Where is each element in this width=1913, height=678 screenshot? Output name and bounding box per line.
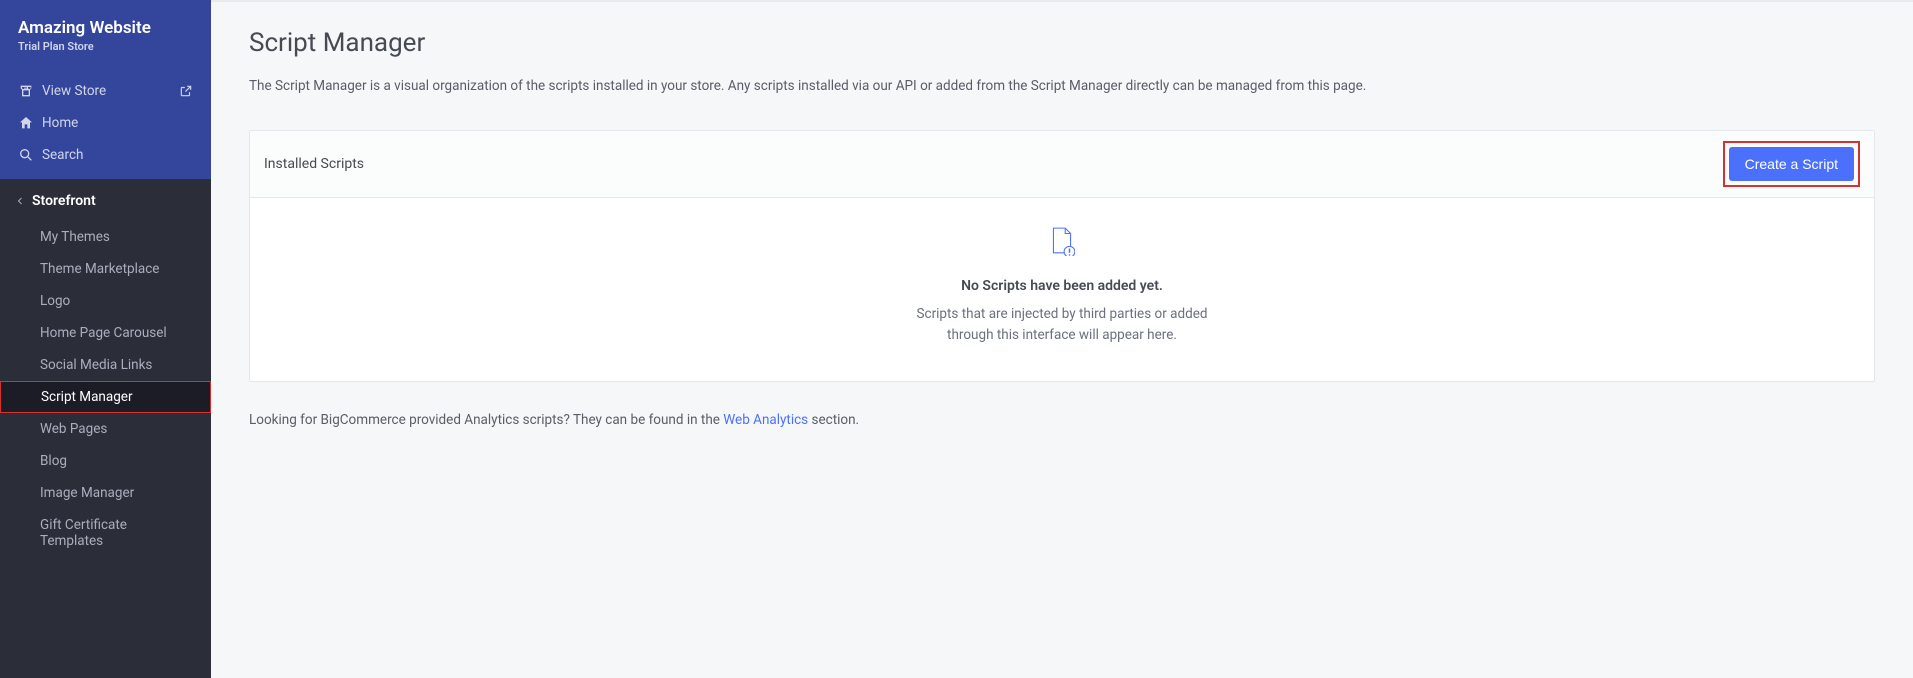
sidebar-subnav: My Themes Theme Marketplace Logo Home Pa… xyxy=(0,221,211,557)
subnav-item-web-pages[interactable]: Web Pages xyxy=(0,413,211,445)
footer-note-suffix: section. xyxy=(808,412,859,428)
document-alert-icon xyxy=(1049,226,1075,256)
sidebar: Amazing Website Trial Plan Store View St… xyxy=(0,0,211,678)
footer-note-prefix: Looking for BigCommerce provided Analyti… xyxy=(249,412,723,428)
nav-search-label: Search xyxy=(42,147,193,163)
nav-search[interactable]: Search xyxy=(0,139,211,171)
top-nav: View Store Home Search xyxy=(0,75,211,171)
storefront-icon xyxy=(18,83,34,99)
subnav-item-social-media-links[interactable]: Social Media Links xyxy=(0,349,211,381)
panel-title: Installed Scripts xyxy=(264,156,364,172)
panel-header: Installed Scripts Create a Script xyxy=(250,131,1874,198)
footer-note: Looking for BigCommerce provided Analyti… xyxy=(249,412,1875,428)
nav-view-store[interactable]: View Store xyxy=(0,75,211,107)
subnav-item-image-manager[interactable]: Image Manager xyxy=(0,477,211,509)
site-header: Amazing Website Trial Plan Store xyxy=(0,0,211,63)
main-content: Script Manager The Script Manager is a v… xyxy=(211,0,1913,678)
subnav-item-logo[interactable]: Logo xyxy=(0,285,211,317)
sidebar-top: Amazing Website Trial Plan Store View St… xyxy=(0,0,211,179)
subnav-item-gift-certificate-templates[interactable]: Gift Certificate Templates xyxy=(0,509,211,557)
search-icon xyxy=(18,147,34,163)
empty-state-title: No Scripts have been added yet. xyxy=(270,278,1854,294)
site-plan: Trial Plan Store xyxy=(18,40,193,53)
nav-view-store-label: View Store xyxy=(42,83,179,99)
subnav-item-blog[interactable]: Blog xyxy=(0,445,211,477)
subnav-item-my-themes[interactable]: My Themes xyxy=(0,221,211,253)
subnav-item-script-manager[interactable]: Script Manager xyxy=(0,381,211,413)
create-script-button[interactable]: Create a Script xyxy=(1729,147,1854,181)
nav-home-label: Home xyxy=(42,115,193,131)
installed-scripts-panel: Installed Scripts Create a Script No Scr… xyxy=(249,130,1875,382)
subnav-item-home-page-carousel[interactable]: Home Page Carousel xyxy=(0,317,211,349)
empty-state-description: Scripts that are injected by third parti… xyxy=(892,304,1232,345)
nav-home[interactable]: Home xyxy=(0,107,211,139)
site-name: Amazing Website xyxy=(18,18,193,38)
home-icon xyxy=(18,115,34,131)
subnav-item-theme-marketplace[interactable]: Theme Marketplace xyxy=(0,253,211,285)
page-title: Script Manager xyxy=(249,28,1875,58)
create-script-highlight: Create a Script xyxy=(1723,141,1860,187)
web-analytics-link[interactable]: Web Analytics xyxy=(723,412,808,428)
panel-body: No Scripts have been added yet. Scripts … xyxy=(250,198,1874,381)
sidebar-section-storefront[interactable]: Storefront xyxy=(0,179,211,221)
chevron-left-icon xyxy=(14,195,28,207)
page-description: The Script Manager is a visual organizat… xyxy=(249,76,1875,96)
external-link-icon xyxy=(179,84,193,98)
sidebar-section-label: Storefront xyxy=(32,193,96,209)
